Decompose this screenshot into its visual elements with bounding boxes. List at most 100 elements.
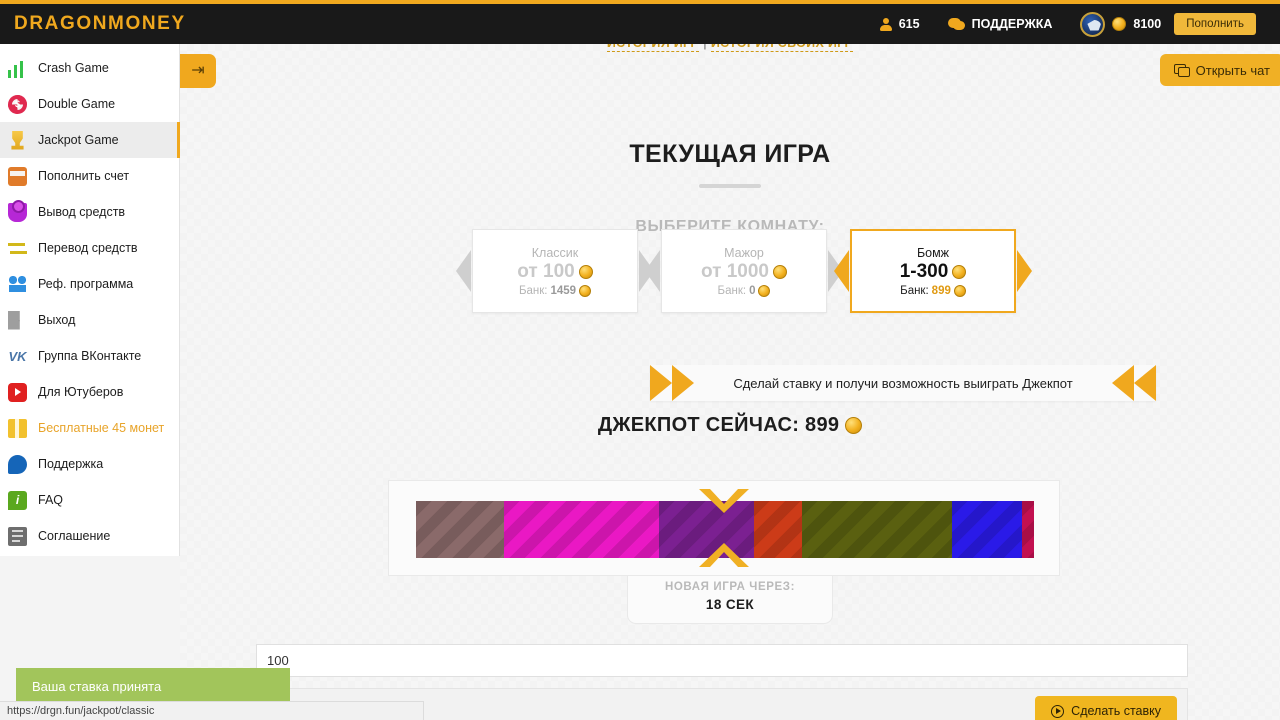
gift-icon	[8, 418, 27, 438]
coin-icon	[578, 264, 593, 279]
collapse-sidebar-icon[interactable]: ⇥	[180, 54, 216, 88]
chevron-left-icon	[834, 250, 849, 292]
room-bank-value: 0	[749, 284, 756, 297]
sidebar-item-label: Соглашение	[38, 529, 111, 543]
sidebar-item-deposit[interactable]: Пополнить счет	[0, 158, 179, 194]
sidebar: Crash Game Double Game Jackpot Game Попо…	[0, 44, 180, 556]
coin-icon	[845, 417, 863, 434]
sidebar-item-label: Выход	[38, 313, 76, 327]
new-game-timer: НОВАЯ ИГРА ЧЕРЕЗ: 18 СЕК	[627, 576, 833, 624]
user-balance-area[interactable]: 8100 Пополнить	[1066, 4, 1270, 44]
chevron-marker-icon	[699, 543, 749, 567]
balance-amount: 8100	[1133, 17, 1162, 31]
sidebar-item-label: Вывод средств	[38, 205, 126, 219]
sidebar-item-label: Double Game	[38, 97, 116, 111]
room-selector: Классик от 100 Банк: 1459 Мажор от 1000 …	[456, 229, 1032, 313]
coin-icon	[953, 284, 966, 297]
wallet-icon	[8, 166, 27, 186]
room-bank-label: Банк:	[518, 284, 548, 297]
coin-icon	[758, 284, 771, 297]
room-name: Классик	[531, 245, 579, 260]
title-divider	[699, 184, 761, 188]
room-amount: от 100	[517, 260, 593, 283]
sidebar-item-faq[interactable]: FAQ	[0, 482, 179, 518]
open-chat-button[interactable]: Открыть чат	[1159, 54, 1280, 86]
hand-cash-icon	[8, 199, 27, 222]
topup-button[interactable]: Пополнить	[1174, 13, 1256, 35]
room-card-bomzh[interactable]: Бомж 1-300 Банк: 899	[834, 229, 1032, 313]
room-amount-text: от 100	[517, 260, 575, 282]
promo-banner: Сделай ставку и получи возможность выигр…	[650, 365, 1156, 401]
support-link[interactable]: ПОДДЕРЖКА	[934, 4, 1067, 44]
sidebar-item-label: FAQ	[38, 493, 64, 507]
trophy-icon	[11, 130, 24, 150]
sidebar-item-logout[interactable]: Выход	[0, 302, 179, 338]
history-links: ИСТОРИЯ ИГР|ИСТОРИЯ СВОИХ ИГР	[180, 44, 1280, 52]
user-icon	[879, 17, 892, 31]
room-bank-value: 899	[931, 284, 951, 297]
chat-window-icon	[1173, 64, 1190, 77]
promo-arrows-left	[650, 365, 694, 401]
sidebar-item-crash-game[interactable]: Crash Game	[0, 50, 179, 86]
support-icon	[8, 454, 27, 474]
room-bank-value: 1459	[550, 284, 577, 297]
timer-value: 18 СЕК	[705, 597, 755, 612]
sidebar-item-label: Поддержка	[38, 457, 104, 471]
sidebar-item-transfer[interactable]: Перевод средств	[0, 230, 179, 266]
place-bet-button[interactable]: Сделать ставку	[1035, 696, 1177, 720]
header-actions: 615 ПОДДЕРЖКА 8100 Пополнить	[865, 4, 1280, 44]
room-bank: Банк: 0	[717, 284, 771, 297]
main-content: ⇥ Открыть чат ИСТОРИЯ ИГР|ИСТОРИЯ СВОИХ …	[180, 44, 1280, 720]
sidebar-item-label: Crash Game	[38, 61, 109, 75]
online-users[interactable]: 615	[865, 4, 934, 44]
online-users-count: 615	[898, 17, 920, 31]
sidebar-item-withdraw[interactable]: Вывод средств	[0, 194, 179, 230]
browser-status-bar: https://drgn.fun/jackpot/classic	[0, 701, 424, 720]
history-all-games-link[interactable]: ИСТОРИЯ ИГР	[606, 44, 700, 52]
spinner-segment	[504, 501, 659, 558]
app-header: DRAGONMONEY 615 ПОДДЕРЖКА 8100 Пополнить	[0, 4, 1280, 44]
place-bet-label: Сделать ставку	[1071, 704, 1161, 718]
play-icon	[1051, 704, 1065, 718]
spinner-segment	[802, 501, 952, 558]
spinner-container	[388, 480, 1060, 576]
sidebar-item-double-game[interactable]: Double Game	[0, 86, 179, 122]
sidebar-item-youtubers[interactable]: Для Ютуберов	[0, 374, 179, 410]
avatar[interactable]	[1080, 11, 1106, 37]
brand-logo[interactable]: DRAGONMONEY	[14, 13, 186, 35]
promo-text: Сделай ставку и получи возможность выигр…	[733, 375, 1073, 391]
chevron-left-icon	[1134, 365, 1156, 401]
room-bank-label: Банк:	[717, 284, 747, 297]
jackpot-now: ДЖЕКПОТ СЕЙЧАС: 899	[180, 414, 1280, 437]
sidebar-item-label: Перевод средств	[38, 241, 138, 255]
room-bank: Банк: 1459	[518, 284, 592, 297]
vk-icon: VK	[8, 348, 27, 364]
room-amount: 1-300	[900, 261, 967, 283]
spinner-segment	[754, 501, 802, 558]
sidebar-item-free-coins[interactable]: Бесплатные 45 монет	[0, 410, 179, 446]
timer-label: НОВАЯ ИГРА ЧЕРЕЗ:	[664, 581, 796, 593]
sidebar-item-vk-group[interactable]: VK Группа ВКонтакте	[0, 338, 179, 374]
sidebar-item-referral[interactable]: Реф. программа	[0, 266, 179, 302]
history-own-games-link[interactable]: ИСТОРИЯ СВОИХ ИГР	[710, 44, 854, 52]
chevron-right-icon	[650, 365, 672, 401]
users-icon	[8, 274, 27, 294]
sidebar-item-jackpot-game[interactable]: Jackpot Game	[0, 122, 180, 158]
document-icon	[8, 526, 27, 546]
chevron-marker-icon	[699, 489, 749, 513]
chevron-right-icon	[672, 365, 694, 401]
page-title: ТЕКУЩАЯ ИГРА	[629, 140, 831, 168]
promo-arrows-right	[1112, 365, 1156, 401]
coin-icon	[772, 264, 787, 279]
toast-notification: Ваша ставка принята	[16, 668, 290, 704]
bet-amount-input[interactable]	[256, 644, 1188, 677]
transfer-icon	[8, 238, 27, 258]
room-card-classic[interactable]: Классик от 100 Банк: 1459	[456, 229, 654, 313]
sidebar-item-support[interactable]: Поддержка	[0, 446, 179, 482]
room-amount-text: от 1000	[701, 260, 769, 282]
room-name: Бомж	[916, 245, 950, 260]
chevron-left-icon	[645, 250, 660, 292]
room-card-major[interactable]: Мажор от 1000 Банк: 0	[645, 229, 843, 313]
sidebar-item-agreement[interactable]: Соглашение	[0, 518, 179, 554]
info-icon	[8, 490, 27, 510]
